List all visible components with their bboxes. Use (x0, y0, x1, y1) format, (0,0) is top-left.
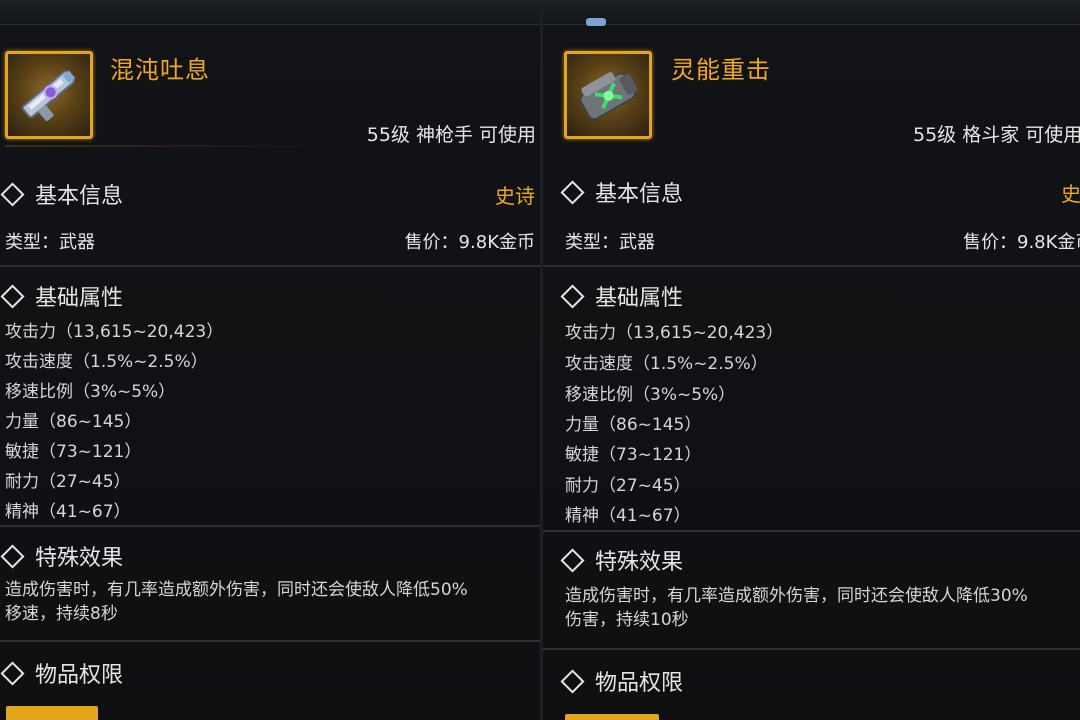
section-title: 基本信息 (595, 182, 684, 207)
divider (543, 530, 1080, 532)
stat-spirit: 精神（41~67） (565, 506, 691, 526)
effect-line: 伤害，持续10秒 (565, 610, 689, 630)
stat-spirit: 精神（41~67） (5, 502, 131, 522)
divider (0, 265, 540, 267)
item-type: 类型：武器 (565, 232, 655, 253)
section-base-attrs: 基础属性 (0, 280, 123, 312)
item-level-requirement: 55级 格斗家 可使用 (913, 124, 1080, 146)
stat-stamina: 耐力（27~45） (565, 476, 691, 496)
top-bar (543, 0, 1080, 25)
item-tooltip-left: 混沌吐息 55级 神枪手 可使用 基本信息 史诗 类型：武器 售价：9.8K金币… (0, 0, 540, 720)
item-icon-slot[interactable] (564, 51, 652, 139)
effect-line: 移速，持续8秒 (5, 604, 118, 624)
rarity-label: 史诗 (1061, 182, 1080, 206)
diamond-icon (560, 547, 585, 573)
section-title: 基本信息 (35, 184, 124, 209)
rarity-label: 史诗 (495, 184, 535, 208)
divider (543, 648, 1080, 650)
diamond-icon (0, 660, 25, 686)
item-price: 售价：9.8K金币 (404, 232, 535, 253)
tab-indicator (586, 18, 606, 26)
stat-attack: 攻击力（13,615~20,423） (565, 323, 784, 343)
stat-move-speed: 移速比例（3%~5%） (565, 385, 736, 405)
stat-attack-speed: 攻击速度（1.5%~2.5%） (565, 354, 768, 374)
effect-line: 造成伤害时，有几率造成额外伤害，同时还会使敌人降低30% (565, 586, 1028, 606)
item-name: 混沌吐息 (110, 56, 210, 84)
diamond-icon (0, 283, 25, 309)
section-title: 特殊效果 (35, 546, 124, 571)
section-title: 物品权限 (35, 663, 124, 688)
header-divider (5, 145, 315, 147)
gun-icon (21, 70, 76, 121)
divider (543, 265, 1080, 267)
stat-strength: 力量（86~145） (565, 415, 702, 435)
stat-strength: 力量（86~145） (5, 412, 142, 432)
divider (0, 525, 540, 527)
divider (0, 640, 540, 642)
section-permissions: 物品权限 (0, 657, 123, 689)
diamond-icon (560, 179, 585, 205)
item-name: 灵能重击 (671, 56, 771, 84)
section-title: 基础属性 (35, 286, 124, 311)
special-effect-text: 造成伤害时，有几率造成额外伤害，同时还会使敌人降低30% 伤害，持续10秒 (565, 584, 1080, 632)
section-base-attrs: 基础属性 (560, 280, 683, 312)
stat-attack: 攻击力（13,615~20,423） (5, 322, 224, 342)
section-title: 物品权限 (595, 671, 684, 696)
top-bar (0, 0, 540, 25)
item-price: 售价：9.8K金币 (963, 232, 1080, 253)
stat-agility: 敏捷（73~121） (565, 445, 702, 465)
item-icon-slot[interactable] (5, 51, 93, 139)
stat-agility: 敏捷（73~121） (5, 442, 142, 462)
stat-attack-speed: 攻击速度（1.5%~2.5%） (5, 352, 208, 372)
gauntlet-icon (579, 72, 638, 121)
permission-badge (565, 714, 659, 720)
section-permissions: 物品权限 (560, 665, 683, 697)
section-basic-info: 基本信息 (0, 178, 123, 210)
section-title: 特殊效果 (595, 550, 684, 575)
diamond-icon (560, 283, 585, 309)
stat-move-speed: 移速比例（3%~5%） (5, 382, 176, 402)
section-title: 基础属性 (595, 286, 684, 311)
item-tooltip-right: 灵能重击 55级 格斗家 可使用 基本信息 史诗 类型：武器 售价：9.8K金币… (543, 0, 1080, 720)
diamond-icon (0, 543, 25, 569)
effect-line: 造成伤害时，有几率造成额外伤害，同时还会使敌人降低50% (5, 580, 468, 600)
permission-badge (6, 706, 98, 720)
item-level-requirement: 55级 神枪手 可使用 (366, 124, 536, 146)
item-type: 类型：武器 (5, 232, 95, 253)
diamond-icon (560, 668, 585, 694)
section-special-effect: 特殊效果 (0, 540, 123, 572)
section-basic-info: 基本信息 (560, 176, 683, 208)
section-special-effect: 特殊效果 (560, 544, 683, 576)
special-effect-text: 造成伤害时，有几率造成额外伤害，同时还会使敌人降低50% 移速，持续8秒 (5, 578, 539, 626)
diamond-icon (0, 181, 25, 207)
stat-stamina: 耐力（27~45） (5, 472, 131, 492)
